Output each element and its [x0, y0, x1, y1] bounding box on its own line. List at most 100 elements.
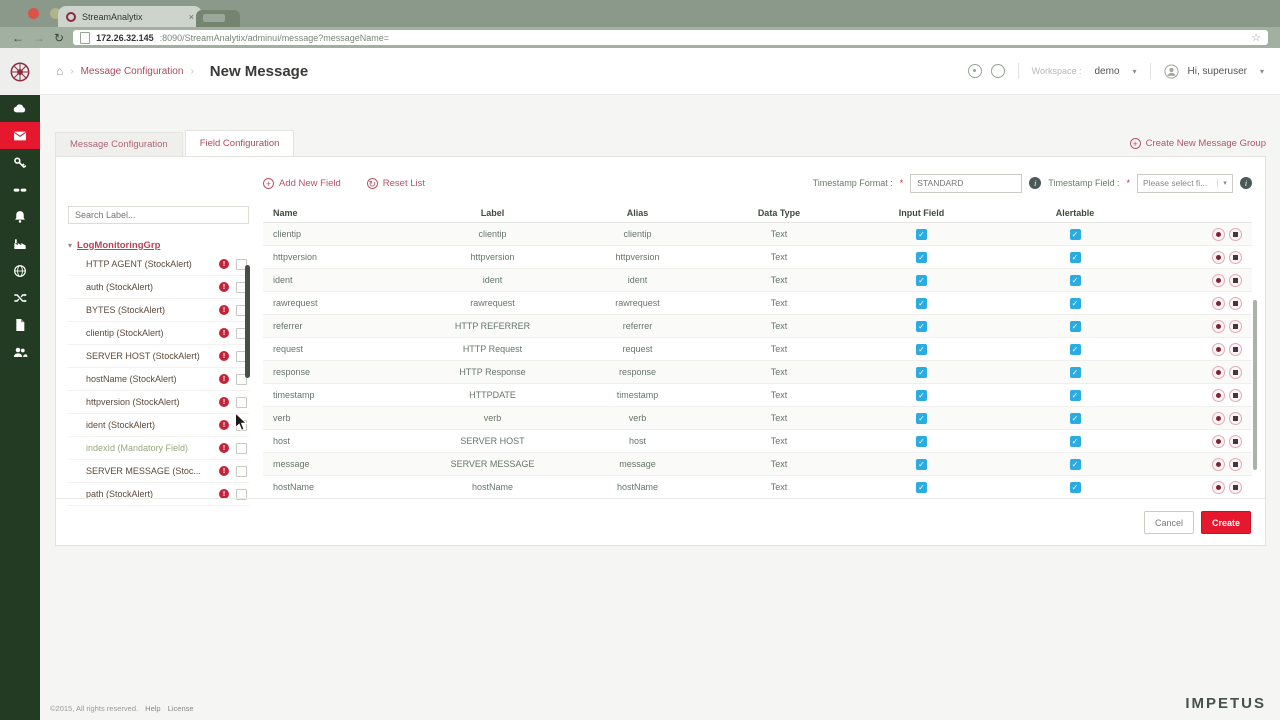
- sidebar-item-industry[interactable]: [0, 230, 40, 257]
- tree-collapse-icon[interactable]: ▾: [68, 241, 72, 250]
- input-field-checkbox[interactable]: ✓: [916, 458, 927, 470]
- input-field-checkbox[interactable]: ✓: [916, 389, 927, 401]
- browser-tab[interactable]: StreamAnalytix ×: [58, 6, 202, 27]
- tab-field-configuration[interactable]: Field Configuration: [184, 130, 295, 156]
- timestamp-field-select[interactable]: Please select fi... ▾: [1137, 173, 1233, 193]
- user-greeting[interactable]: Hi, superuser: [1188, 66, 1247, 77]
- delete-field-icon[interactable]: [1229, 273, 1242, 287]
- close-window-button[interactable]: [28, 8, 39, 19]
- sidebar-item-bell[interactable]: [0, 203, 40, 230]
- input-field-checkbox[interactable]: ✓: [916, 481, 927, 493]
- cancel-button[interactable]: Cancel: [1143, 511, 1194, 534]
- edit-field-icon[interactable]: [1212, 250, 1225, 264]
- chevron-down-icon[interactable]: ▾: [1260, 67, 1264, 76]
- reset-list-button[interactable]: ↻ Reset List: [366, 177, 425, 189]
- license-link[interactable]: License: [168, 704, 194, 713]
- alertable-checkbox[interactable]: ✓: [1069, 274, 1081, 286]
- alertable-checkbox[interactable]: ✓: [1069, 297, 1081, 309]
- tree-item-checkbox[interactable]: [236, 465, 247, 477]
- alertable-checkbox[interactable]: ✓: [1069, 320, 1081, 332]
- input-field-checkbox[interactable]: ✓: [916, 435, 927, 447]
- input-field-checkbox[interactable]: ✓: [916, 251, 927, 263]
- notification-icon[interactable]: [967, 64, 982, 78]
- tree-item[interactable]: indexId (Mandatory Field) !: [68, 437, 249, 460]
- sidebar-item-link[interactable]: [0, 176, 40, 203]
- breadcrumb-message-configuration[interactable]: Message Configuration: [81, 66, 184, 77]
- tree-group-link[interactable]: LogMonitoringGrp: [77, 240, 160, 251]
- add-new-field-button[interactable]: + Add New Field: [263, 177, 341, 189]
- alertable-checkbox[interactable]: ✓: [1069, 435, 1081, 447]
- delete-field-icon[interactable]: [1229, 227, 1242, 241]
- sidebar-item-document[interactable]: [0, 311, 40, 338]
- info-icon[interactable]: i: [1240, 177, 1252, 189]
- alertable-checkbox[interactable]: ✓: [1069, 343, 1081, 355]
- alertable-checkbox[interactable]: ✓: [1069, 389, 1081, 401]
- delete-field-icon[interactable]: [1229, 457, 1242, 471]
- edit-field-icon[interactable]: [1212, 342, 1225, 356]
- browser-tab-secondary[interactable]: [196, 10, 240, 27]
- delete-field-icon[interactable]: [1229, 296, 1242, 310]
- create-new-message-group-button[interactable]: + Create New Message Group: [1129, 138, 1266, 149]
- sidebar-item-key[interactable]: [0, 149, 40, 176]
- bookmark-star-icon[interactable]: ☆: [1251, 31, 1261, 44]
- tree-item-checkbox[interactable]: [236, 396, 247, 408]
- input-field-checkbox[interactable]: ✓: [916, 412, 927, 424]
- delete-field-icon[interactable]: [1229, 319, 1242, 333]
- edit-field-icon[interactable]: [1212, 457, 1225, 471]
- input-field-checkbox[interactable]: ✓: [916, 297, 927, 309]
- sidebar-item-shuffle[interactable]: [0, 284, 40, 311]
- tree-item-checkbox[interactable]: [236, 442, 247, 454]
- edit-field-icon[interactable]: [1212, 296, 1225, 310]
- home-icon[interactable]: ⌂: [56, 64, 63, 78]
- address-bar[interactable]: 172.26.32.145 :8090/StreamAnalytix/admin…: [73, 30, 1268, 45]
- back-icon[interactable]: ←: [12, 32, 24, 44]
- tree-item[interactable]: SERVER HOST (StockAlert) !: [68, 345, 249, 368]
- input-field-checkbox[interactable]: ✓: [916, 366, 927, 378]
- tree-item[interactable]: hostName (StockAlert) !: [68, 368, 249, 391]
- edit-field-icon[interactable]: [1212, 388, 1225, 402]
- delete-field-icon[interactable]: [1229, 480, 1242, 494]
- tree-item[interactable]: auth (StockAlert) !: [68, 276, 249, 299]
- workspace-value[interactable]: demo: [1094, 66, 1119, 77]
- delete-field-icon[interactable]: [1229, 388, 1242, 402]
- input-field-checkbox[interactable]: ✓: [916, 274, 927, 286]
- alertable-checkbox[interactable]: ✓: [1069, 366, 1081, 378]
- edit-field-icon[interactable]: [1212, 480, 1225, 494]
- input-field-checkbox[interactable]: ✓: [916, 320, 927, 332]
- delete-field-icon[interactable]: [1229, 365, 1242, 379]
- alertable-checkbox[interactable]: ✓: [1069, 251, 1081, 263]
- tree-item[interactable]: BYTES (StockAlert) !: [68, 299, 249, 322]
- delete-field-icon[interactable]: [1229, 342, 1242, 356]
- tree-item[interactable]: httpversion (StockAlert) !: [68, 391, 249, 414]
- close-tab-icon[interactable]: ×: [189, 12, 194, 22]
- sidebar-item-message[interactable]: [0, 122, 40, 149]
- tree-item[interactable]: clientip (StockAlert) !: [68, 322, 249, 345]
- create-button[interactable]: Create: [1200, 511, 1251, 534]
- edit-field-icon[interactable]: [1212, 319, 1225, 333]
- tab-message-configuration[interactable]: Message Configuration: [55, 132, 183, 156]
- forward-icon[interactable]: →: [33, 32, 45, 44]
- input-field-checkbox[interactable]: ✓: [916, 343, 927, 355]
- info-icon[interactable]: i: [1029, 177, 1042, 189]
- tree-item[interactable]: SERVER MESSAGE (Stoc... !: [68, 460, 249, 483]
- delete-field-icon[interactable]: [1229, 434, 1242, 448]
- left-panel-scrollbar[interactable]: [245, 265, 250, 378]
- chevron-down-icon[interactable]: ▾: [1133, 67, 1137, 76]
- reload-icon[interactable]: ↻: [54, 32, 64, 44]
- edit-field-icon[interactable]: [1212, 411, 1225, 425]
- sidebar-item-globe[interactable]: [0, 257, 40, 284]
- alertable-checkbox[interactable]: ✓: [1069, 458, 1081, 470]
- tree-item[interactable]: ident (StockAlert) !: [68, 414, 249, 437]
- alertable-checkbox[interactable]: ✓: [1069, 228, 1081, 240]
- delete-field-icon[interactable]: [1229, 250, 1242, 264]
- help-link[interactable]: Help: [145, 704, 160, 713]
- input-field-checkbox[interactable]: ✓: [916, 228, 927, 240]
- alertable-checkbox[interactable]: ✓: [1069, 412, 1081, 424]
- edit-field-icon[interactable]: [1212, 227, 1225, 241]
- tree-item[interactable]: HTTP AGENT (StockAlert) !: [68, 253, 249, 276]
- table-scrollbar[interactable]: [1253, 300, 1257, 470]
- sidebar-item-users[interactable]: [0, 338, 40, 365]
- sidebar-item-cloud[interactable]: [0, 95, 40, 122]
- help-icon[interactable]: [990, 64, 1005, 78]
- delete-field-icon[interactable]: [1229, 411, 1242, 425]
